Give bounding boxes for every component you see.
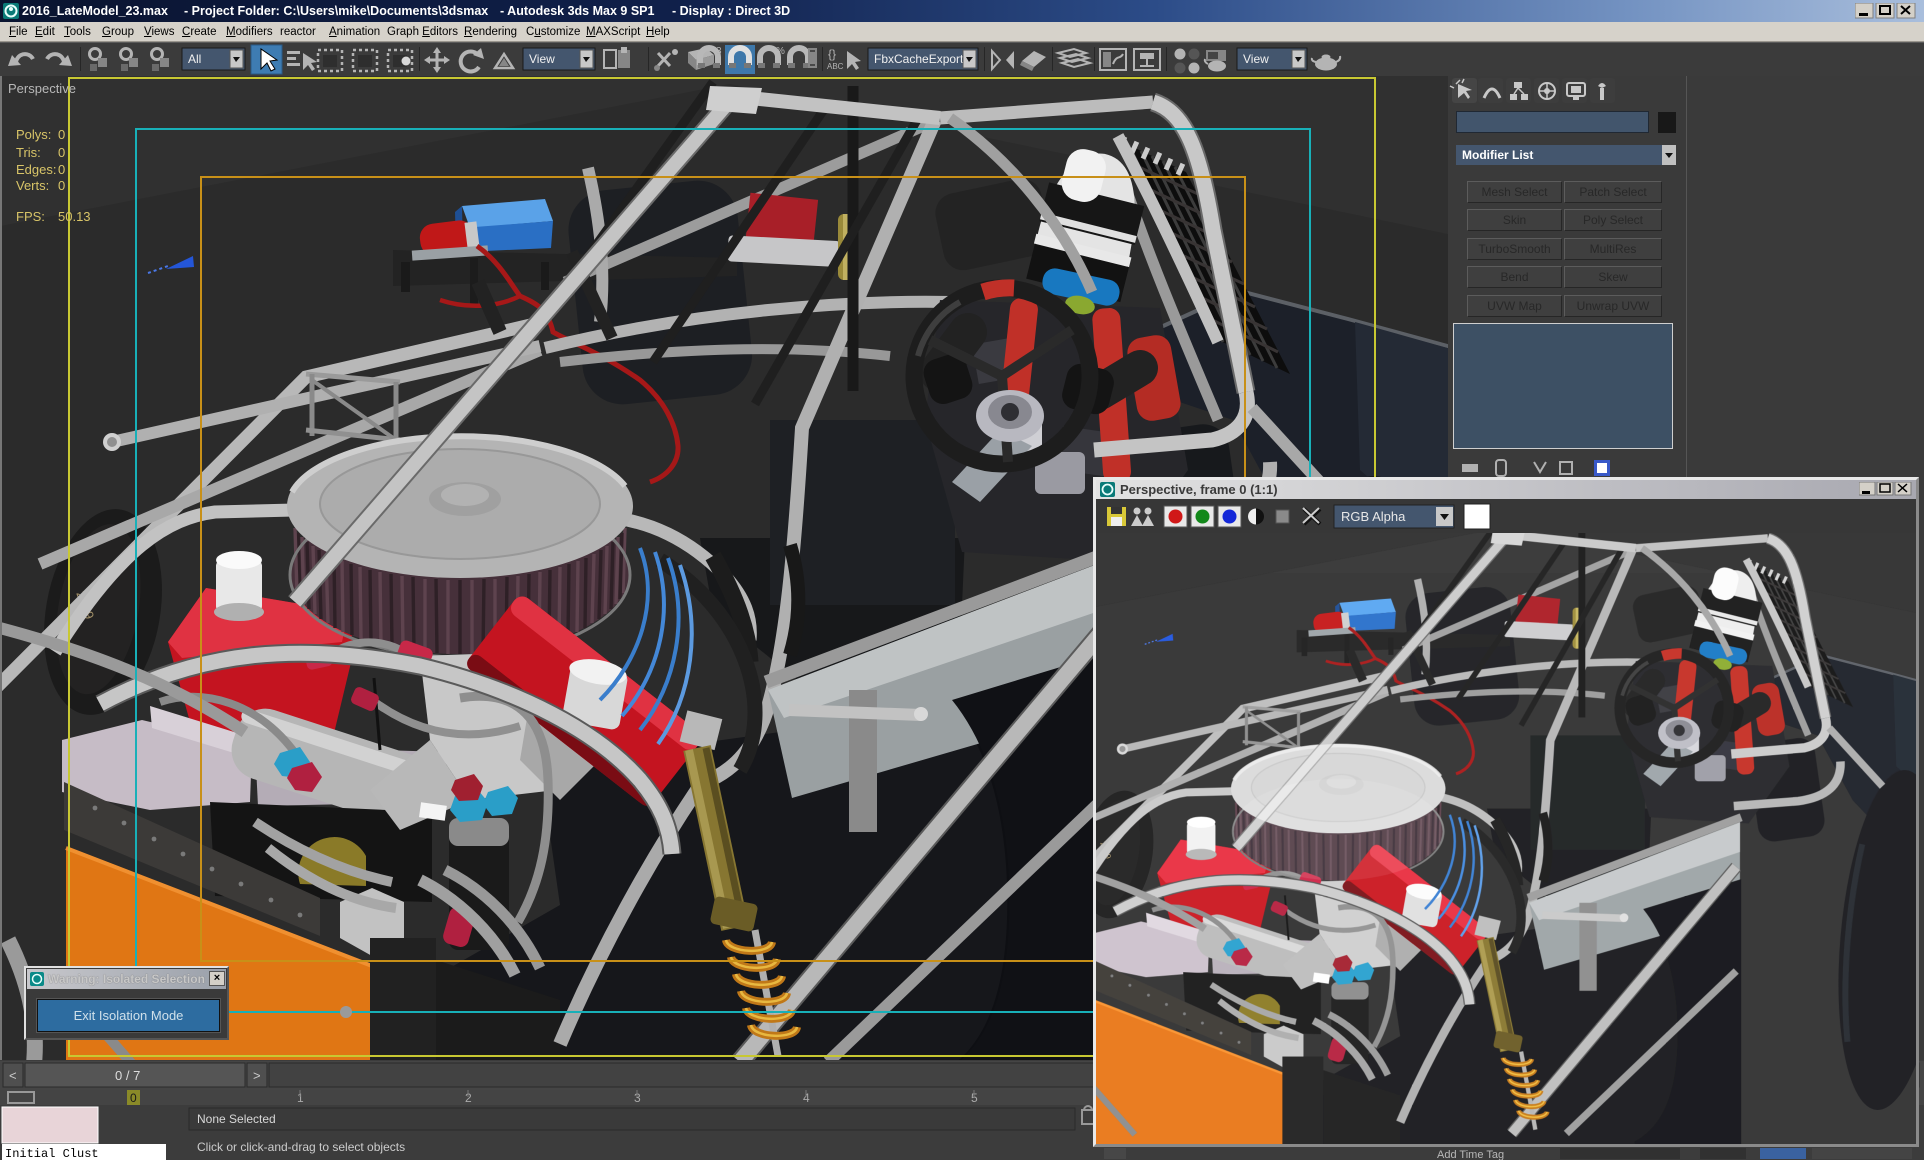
svg-text:Polys:: Polys: [16,127,51,142]
svg-text:Verts:: Verts: [16,178,49,193]
svg-text:0: 0 [58,178,65,193]
svg-text:Tris:: Tris: [16,145,41,160]
svg-text:>: > [253,1068,261,1083]
svg-text:0: 0 [58,145,65,160]
svg-text:FPS:: FPS: [16,209,45,224]
svg-text:All: All [188,52,201,66]
svg-text:FbxCacheExport: FbxCacheExport [874,52,964,66]
svg-text:Add Time Tag: Add Time Tag [1437,1149,1504,1160]
svg-text:Edges:: Edges: [16,162,56,177]
svg-text:%: % [776,46,785,57]
svg-text:<: < [9,1068,17,1083]
svg-text:{}: {} [828,47,836,61]
svg-text:Perspective: Perspective [8,81,76,96]
svg-text:50.13: 50.13 [58,209,91,224]
svg-text:Click or click-and-drag to sel: Click or click-and-drag to select object… [197,1140,405,1154]
svg-text:View: View [1243,52,1269,66]
svg-text:3: 3 [716,46,722,57]
svg-text:0 / 7: 0 / 7 [115,1068,140,1083]
svg-text:0: 0 [58,127,65,142]
svg-text:ABC: ABC [827,62,844,71]
svg-text:0: 0 [58,162,65,177]
svg-text:None Selected: None Selected [197,1112,276,1126]
svg-text:RGB Alpha: RGB Alpha [1341,509,1406,524]
svg-text:0: 0 [130,1091,137,1105]
svg-text:Initial Clust: Initial Clust [5,1147,99,1160]
svg-text:View: View [529,52,555,66]
